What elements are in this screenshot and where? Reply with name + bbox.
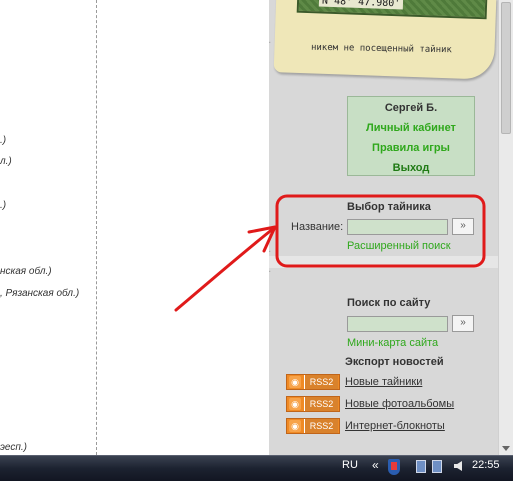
text-fragment: .) (0, 135, 7, 146)
text-fragment: эесп.) (0, 442, 27, 453)
language-indicator[interactable]: RU (342, 459, 358, 471)
text-fragment: л.) (0, 156, 12, 167)
tray-expand-icon[interactable]: « (372, 458, 379, 472)
rss-new-albums-link[interactable]: Новые фотоальбомы (345, 398, 454, 410)
rss-label: RSS2 (304, 397, 338, 411)
rss-icon: ◉ (289, 376, 301, 388)
rss-icon: ◉ (289, 398, 301, 410)
user-name: Сергей Б. (384, 102, 438, 114)
cache-search-button[interactable]: » (452, 218, 474, 235)
sidebar-separator (269, 256, 498, 268)
user-box: Сергей Б. Личный кабинет Правила игры Вы… (347, 96, 475, 176)
volume-icon[interactable] (454, 461, 462, 471)
sitemap-link[interactable]: Мини-карта сайта (347, 337, 438, 349)
rss-badge[interactable]: ◉ RSS2 (286, 374, 340, 390)
network-icon[interactable] (432, 460, 442, 473)
plus-icon: + (269, 268, 271, 278)
rss-badge[interactable]: ◉ RSS2 (286, 418, 340, 434)
device-icon[interactable] (416, 460, 426, 473)
rss-new-caches-link[interactable]: Новые тайники (345, 376, 422, 388)
personal-cabinet-link[interactable]: Личный кабинет (348, 122, 474, 134)
logout-link[interactable]: Выход (348, 162, 474, 174)
site-search-input[interactable] (347, 316, 448, 332)
cache-search-title: Выбор тайника (347, 201, 431, 213)
rss-badge[interactable]: ◉ RSS2 (286, 396, 340, 412)
scroll-down-arrow-icon[interactable] (502, 446, 510, 451)
vertical-scrollbar[interactable] (498, 0, 513, 455)
site-search-title: Поиск по сайту (347, 297, 431, 309)
news-export-title: Экспорт новостей (345, 356, 444, 368)
rss-icon: ◉ (289, 420, 301, 432)
rss-label: RSS2 (304, 419, 338, 433)
content-middle-column (97, 0, 269, 455)
text-fragment: .) (0, 200, 7, 211)
cache-name-input[interactable] (347, 219, 448, 235)
text-fragment: , Рязанская обл.) (0, 288, 80, 299)
taskbar: RU « 22:55 (0, 455, 513, 481)
map-card: N 48° 47.980' никем не посещенный тайник (273, 0, 497, 84)
plus-icon: + (269, 248, 271, 258)
rss-label: RSS2 (304, 375, 338, 389)
sidebar: + + + N 48° 47.980' никем не посещенный … (269, 0, 498, 455)
scrollbar-thumb[interactable] (501, 2, 511, 134)
advanced-search-link[interactable]: Расширенный поиск (347, 240, 451, 252)
rss-notebooks-link[interactable]: Интернет-блокноты (345, 420, 445, 432)
site-search-button[interactable]: » (452, 315, 474, 332)
game-rules-link[interactable]: Правила игры (348, 142, 474, 154)
security-shield-icon[interactable] (388, 459, 400, 475)
cache-name-label: Название: (291, 221, 344, 233)
text-fragment: нская обл.) (0, 266, 52, 277)
clock[interactable]: 22:55 (472, 459, 500, 471)
plus-icon: + (269, 39, 271, 49)
content-left-column: .) л.) .) нская обл.) , Рязанская обл.) … (0, 0, 96, 455)
